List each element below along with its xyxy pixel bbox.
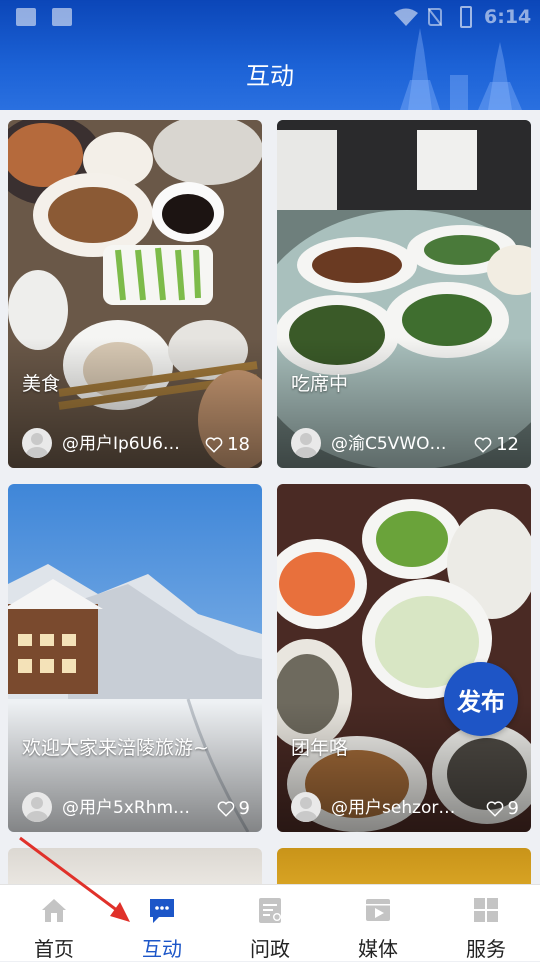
like-button[interactable]: 9 (217, 798, 250, 819)
tab-label: 媒体 (358, 937, 398, 961)
post-card-newyear[interactable]: 团年咯 @用户sehzor… 9 (277, 484, 531, 832)
tab-services[interactable]: 服务 (432, 885, 540, 961)
post-card-partial[interactable] (277, 848, 531, 884)
like-button[interactable]: 12 (474, 434, 519, 455)
avatar[interactable] (22, 428, 52, 458)
like-count: 12 (496, 434, 519, 455)
like-count: 9 (507, 798, 519, 819)
video-icon (366, 899, 390, 921)
app-header: 6:14 互动 (0, 0, 540, 110)
heart-icon (217, 800, 234, 817)
page-title: 互动 (246, 62, 294, 90)
grid-icon (474, 898, 498, 922)
gallery-notification-icon (16, 8, 36, 26)
post-title: 团年咯 (291, 737, 349, 759)
tab-label: 问政 (250, 937, 290, 961)
post-author[interactable]: @用户Ip6U6… (62, 429, 198, 454)
home-icon (42, 899, 66, 922)
post-card-partial[interactable] (8, 848, 262, 884)
post-author[interactable]: @用户sehzor… (331, 793, 467, 818)
post-title: 吃席中 (291, 373, 349, 395)
post-author[interactable]: @渝C5VWO… (331, 429, 467, 454)
post-author[interactable]: @用户5xRhm… (62, 793, 198, 818)
like-button[interactable]: 18 (205, 434, 250, 455)
tab-media[interactable]: 媒体 (324, 885, 432, 961)
bottom-tab-bar: 首页 互动 问政 媒体 服务 (0, 884, 540, 961)
like-count: 9 (238, 798, 250, 819)
app-notification-icon (52, 8, 72, 26)
post-feed[interactable]: 美食 @用户Ip6U6… 18 吃席中 @渝C5VWO… 12 欢迎大家来涪陵旅… (0, 110, 540, 884)
tab-interact[interactable]: 互动 (108, 885, 216, 961)
chat-icon (150, 899, 174, 923)
like-button[interactable]: 9 (486, 798, 519, 819)
post-card-snow[interactable]: 欢迎大家来涪陵旅游~ @用户5xRhm… 9 (8, 484, 262, 832)
heart-icon (205, 436, 223, 453)
tab-label: 互动 (142, 937, 182, 961)
tab-politics[interactable]: 问政 (216, 885, 324, 961)
avatar[interactable] (291, 792, 321, 822)
tab-home[interactable]: 首页 (0, 885, 108, 961)
post-image (8, 848, 262, 884)
like-count: 18 (227, 434, 250, 455)
post-card-food[interactable]: 美食 @用户Ip6U6… 18 (8, 120, 262, 468)
avatar[interactable] (291, 428, 321, 458)
heart-icon (486, 800, 503, 817)
tab-label: 服务 (466, 937, 506, 961)
post-title: 美食 (22, 373, 61, 395)
post-image (277, 848, 531, 884)
heart-icon (474, 436, 492, 453)
post-card-banquet[interactable]: 吃席中 @渝C5VWO… 12 (277, 120, 531, 468)
document-icon (259, 898, 281, 923)
post-title: 欢迎大家来涪陵旅游~ (22, 737, 209, 759)
publish-button[interactable]: 发布 (444, 662, 518, 736)
avatar[interactable] (22, 792, 52, 822)
tab-label: 首页 (34, 937, 74, 961)
